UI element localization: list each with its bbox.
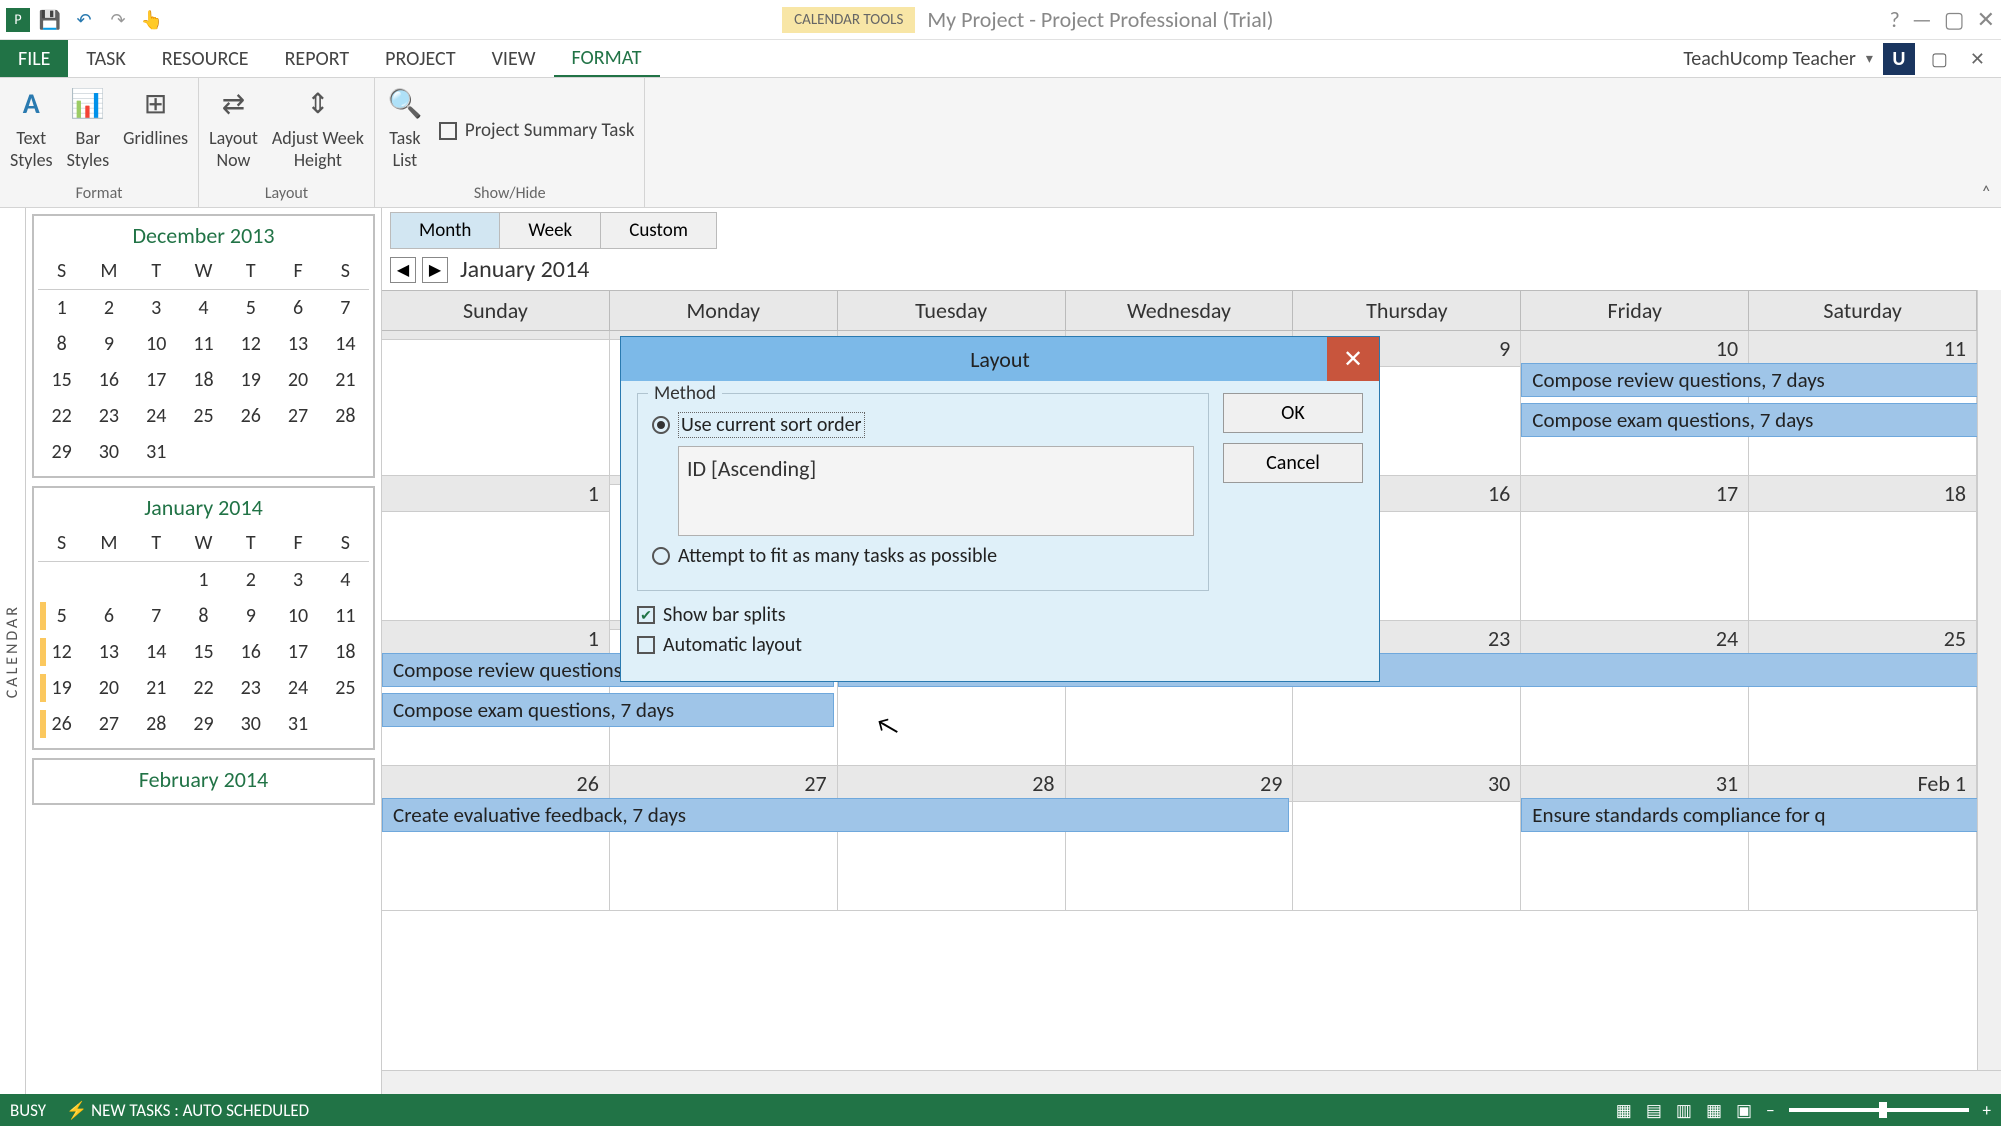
task-bar[interactable]: Compose exam questions, 7 days <box>1521 403 1977 437</box>
layout-now-icon: ⇄ <box>213 84 253 124</box>
group-format-label: Format <box>76 180 123 207</box>
vertical-scrollbar[interactable] <box>1977 290 2001 1070</box>
view-shortcut-icon[interactable]: ▥ <box>1676 1100 1692 1121</box>
tab-week[interactable]: Week <box>499 212 601 249</box>
group-showhide-label: Show/Hide <box>474 180 546 207</box>
next-month-button[interactable]: ▶ <box>422 257 448 283</box>
view-shortcut-icon[interactable]: ▤ <box>1646 1100 1662 1121</box>
app-title: My Project - Project Professional (Trial… <box>927 6 1273 33</box>
minimize-icon[interactable]: — <box>1912 6 1932 33</box>
mini-cal-december[interactable]: December 2013 SMTWTFS1234567891011121314… <box>32 214 375 478</box>
checkbox-icon: ✔ <box>637 606 655 624</box>
undo-icon[interactable]: ↶ <box>70 6 98 34</box>
tab-month[interactable]: Month <box>390 212 500 249</box>
text-styles-button[interactable]: A Text Styles <box>10 84 53 171</box>
user-avatar-icon[interactable]: U <box>1883 43 1915 75</box>
title-bar: P 💾 ↶ ↷ 👆 CALENDAR TOOLS My Project - Pr… <box>0 0 2001 40</box>
tab-view[interactable]: VIEW <box>474 40 554 77</box>
task-bar[interactable]: Compose review questions, 7 days <box>1521 363 1977 397</box>
prev-month-button[interactable]: ◀ <box>390 257 416 283</box>
horizontal-scrollbar[interactable] <box>382 1070 2001 1094</box>
task-list-button[interactable]: 🔍 Task List <box>385 84 425 171</box>
view-shortcut-icon[interactable]: ▦ <box>1616 1100 1632 1121</box>
text-styles-icon: A <box>11 84 51 124</box>
tab-task[interactable]: TASK <box>68 40 143 77</box>
checkbox-icon <box>637 636 655 654</box>
view-shortcut-icon[interactable]: ▦ <box>1706 1100 1722 1121</box>
adjust-week-height-button[interactable]: ⇕ Adjust Week Height <box>272 84 364 171</box>
radio-icon <box>652 416 670 434</box>
cancel-button[interactable]: Cancel <box>1223 443 1363 483</box>
help-icon[interactable]: ? <box>1890 6 1900 33</box>
mini-cal-february[interactable]: February 2014 <box>32 758 375 805</box>
task-bar[interactable]: Compose exam questions, 7 days <box>382 693 834 727</box>
task-list-icon: 🔍 <box>385 84 425 124</box>
status-busy: BUSY <box>10 1100 46 1121</box>
collapse-ribbon-icon[interactable]: ˄ <box>1981 181 1991 203</box>
mini-cal-january[interactable]: January 2014 SMTWTFS12345678910111213141… <box>32 486 375 750</box>
window-restore-icon[interactable]: ▢ <box>1925 48 1954 70</box>
project-summary-checkbox[interactable]: Project Summary Task <box>439 84 635 171</box>
task-bar[interactable]: Ensure standards compliance for q <box>1521 798 1977 832</box>
quick-access-toolbar: P 💾 ↶ ↷ 👆 <box>6 6 166 34</box>
tab-report[interactable]: REPORT <box>267 40 368 77</box>
tab-project[interactable]: PROJECT <box>367 40 473 77</box>
layout-dialog: Layout ✕ Method Use current sort order I… <box>620 336 1380 682</box>
dialog-title-bar[interactable]: Layout ✕ <box>621 337 1379 381</box>
context-tools-label: CALENDAR TOOLS <box>782 7 915 33</box>
close-icon[interactable]: ✕ <box>1977 6 1995 33</box>
view-name-sidebar: CALENDAR <box>0 208 26 1094</box>
method-group-label: Method <box>648 382 722 405</box>
dialog-title-text: Layout <box>970 346 1030 373</box>
sort-order-list[interactable]: ID [Ascending] <box>678 446 1194 536</box>
window-close-icon[interactable]: ✕ <box>1964 48 1991 70</box>
zoom-slider[interactable] <box>1789 1108 1969 1112</box>
tab-resource[interactable]: RESOURCE <box>144 40 267 77</box>
tab-format[interactable]: FORMAT <box>554 40 660 77</box>
user-name[interactable]: TeachUcomp Teacher <box>1683 47 1856 71</box>
checkbox-automatic-layout[interactable]: Automatic layout <box>637 633 1209 657</box>
view-shortcut-icon[interactable]: ▣ <box>1736 1100 1752 1121</box>
radio-icon <box>652 547 670 565</box>
save-icon[interactable]: 💾 <box>36 6 64 34</box>
checkbox-show-bar-splits[interactable]: ✔ Show bar splits <box>637 603 1209 627</box>
dialog-close-button[interactable]: ✕ <box>1327 337 1379 381</box>
mini-calendar-panel: December 2013 SMTWTFS1234567891011121314… <box>26 208 381 1094</box>
adjust-height-icon: ⇕ <box>298 84 338 124</box>
status-new-tasks: ⚡ NEW TASKS : AUTO SCHEDULED <box>66 1100 309 1121</box>
layout-now-button[interactable]: ⇄ Layout Now <box>209 84 258 171</box>
status-bar: BUSY ⚡ NEW TASKS : AUTO SCHEDULED ▦ ▤ ▥ … <box>0 1094 2001 1126</box>
radio-use-current-order[interactable]: Use current sort order <box>652 412 1194 438</box>
method-group: Method Use current sort order ID [Ascend… <box>637 393 1209 591</box>
restore-icon[interactable]: ▢ <box>1944 6 1965 33</box>
redo-icon[interactable]: ↷ <box>104 6 132 34</box>
ok-button[interactable]: OK <box>1223 393 1363 433</box>
current-month-label: January 2014 <box>460 255 589 284</box>
tab-file[interactable]: FILE <box>0 40 68 77</box>
mini-cal-title: February 2014 <box>38 766 369 793</box>
ribbon-tab-strip: FILE TASK RESOURCE REPORT PROJECT VIEW F… <box>0 40 2001 78</box>
bar-styles-icon: 📊 <box>68 84 108 124</box>
gridlines-icon: ⊞ <box>136 84 176 124</box>
zoom-in-button[interactable]: + <box>1983 1100 1991 1121</box>
ribbon: A Text Styles 📊 Bar Styles ⊞ Gridlines F… <box>0 78 2001 208</box>
bar-styles-button[interactable]: 📊 Bar Styles <box>67 84 110 171</box>
zoom-out-button[interactable]: − <box>1766 1100 1774 1121</box>
group-layout-label: Layout <box>265 180 308 207</box>
task-bar[interactable]: Create evaluative feedback, 7 days <box>382 798 1289 832</box>
touch-mode-icon[interactable]: 👆 <box>138 6 166 34</box>
app-icon: P <box>6 8 30 32</box>
gridlines-button[interactable]: ⊞ Gridlines <box>123 84 188 171</box>
mini-cal-title: December 2013 <box>38 222 369 249</box>
mini-cal-title: January 2014 <box>38 494 369 521</box>
radio-fit-tasks[interactable]: Attempt to fit as many tasks as possible <box>652 544 1194 568</box>
tab-custom[interactable]: Custom <box>600 212 717 249</box>
checkbox-icon <box>439 122 457 140</box>
